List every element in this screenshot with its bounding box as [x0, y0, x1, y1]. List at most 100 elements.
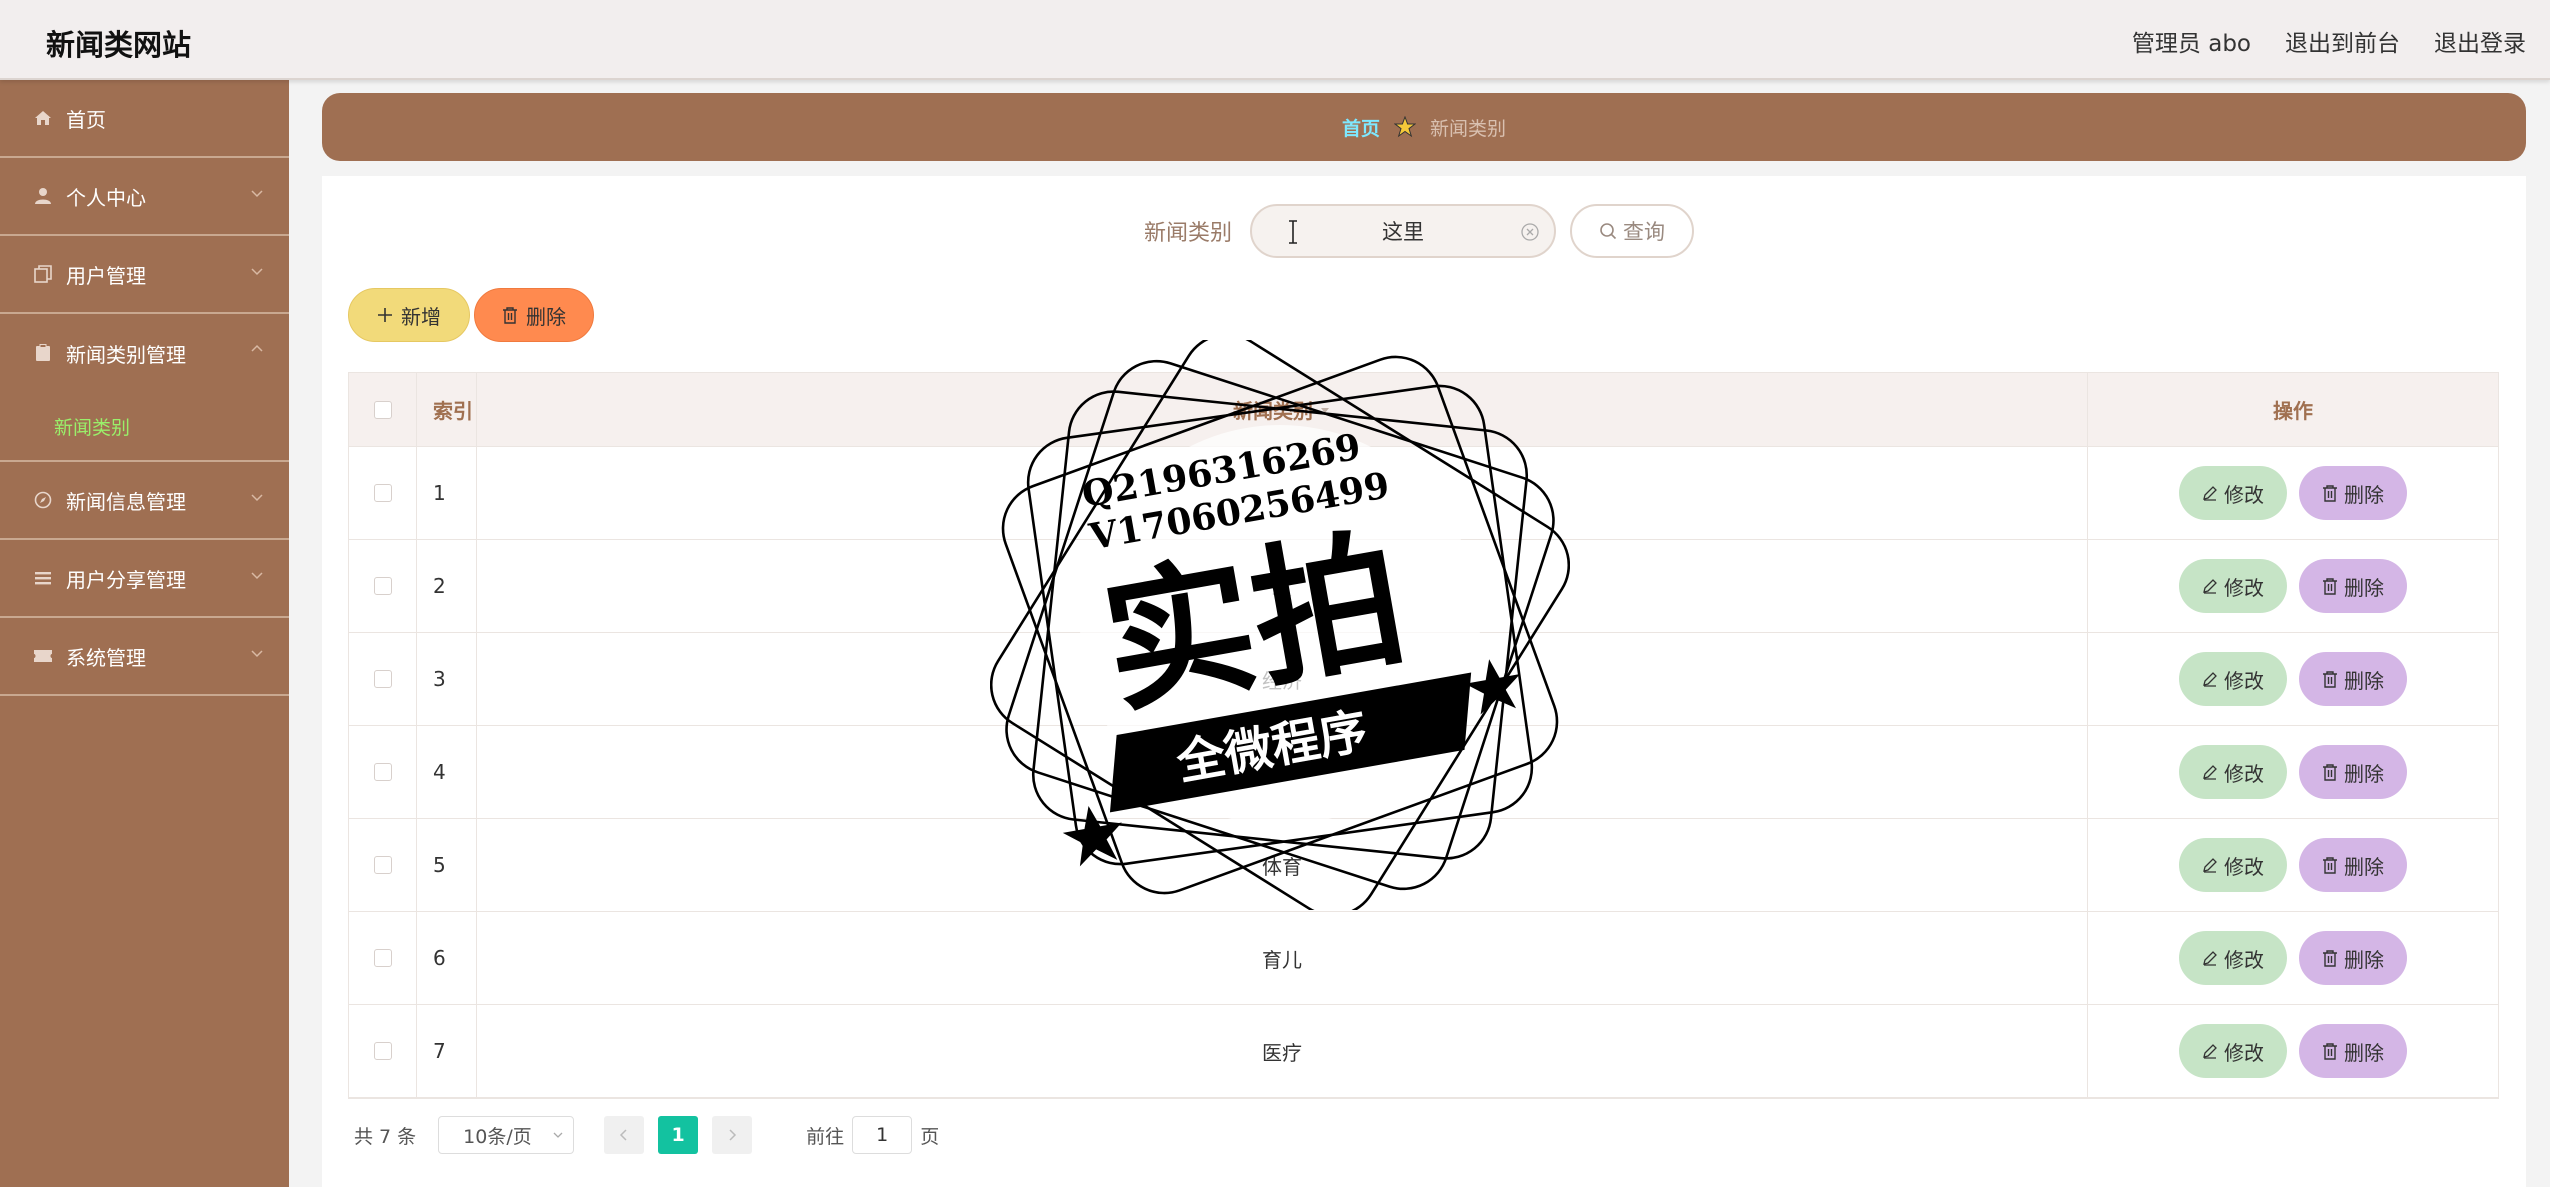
delete-button[interactable]: 删除	[2299, 652, 2407, 706]
sidebar: 首页 个人中心 用户管理 新闻类别管理 新闻类别 新闻信息管理 用户分享管理 系…	[0, 80, 289, 1187]
row-checkbox[interactable]	[373, 670, 392, 688]
row-checkbox[interactable]	[373, 577, 392, 595]
sidebar-item-label: 用户管理	[66, 263, 146, 288]
next-page-button[interactable]	[712, 1116, 753, 1154]
edit-label: 修改	[2224, 947, 2264, 972]
text-cursor-icon	[1289, 220, 1298, 244]
row-checkbox[interactable]	[373, 856, 392, 874]
logout-link[interactable]: 退出登录	[2434, 24, 2526, 58]
trash-icon	[2323, 484, 2337, 502]
delete-label: 删除	[2344, 947, 2384, 972]
breadcrumb-current: 新闻类别	[1430, 117, 1507, 140]
search-row: 新闻类别 查询	[1144, 204, 1695, 258]
page-number-current[interactable]: 1	[658, 1116, 699, 1154]
chevron-down-icon	[251, 494, 263, 502]
edit-button[interactable]: 修改	[2179, 652, 2287, 706]
row-index: 1	[417, 447, 477, 539]
edit-button[interactable]: 修改	[2179, 745, 2287, 799]
trash-icon	[2323, 949, 2337, 967]
sidebar-item-news-category-mgmt[interactable]: 新闻类别管理	[0, 314, 289, 392]
edit-icon	[2203, 486, 2217, 501]
search-icon	[1600, 223, 1617, 240]
row-checkbox[interactable]	[373, 1042, 392, 1060]
delete-label: 删除	[2344, 1040, 2384, 1065]
row-index: 5	[417, 819, 477, 911]
trash-icon	[2323, 577, 2337, 595]
goto-suffix: 页	[920, 1125, 940, 1148]
add-button[interactable]: 新增	[348, 288, 470, 342]
edit-label: 修改	[2224, 668, 2264, 693]
delete-button[interactable]: 删除	[2299, 838, 2407, 892]
sidebar-subitem-news-category[interactable]: 新闻类别	[0, 392, 289, 462]
delete-label: 删除	[2344, 482, 2384, 507]
table-row: 6 育儿 修改 删除	[349, 912, 2498, 1005]
row-index: 7	[417, 1005, 477, 1097]
sidebar-item-system-mgmt[interactable]: 系统管理	[0, 618, 289, 696]
edit-button[interactable]: 修改	[2179, 1024, 2287, 1078]
goto-page-input[interactable]	[852, 1116, 913, 1154]
home-icon	[32, 107, 54, 129]
row-checkbox[interactable]	[373, 949, 392, 967]
row-checkbox[interactable]	[373, 763, 392, 781]
chevron-left-icon	[620, 1129, 627, 1141]
header-operations: 操作	[2273, 399, 2313, 423]
delete-button[interactable]: 删除	[2299, 466, 2407, 520]
table-row: 7 医疗 修改 删除	[349, 1005, 2498, 1098]
bulk-delete-button[interactable]: 删除	[474, 288, 594, 342]
bulk-delete-label: 删除	[526, 304, 566, 329]
edit-icon	[2203, 579, 2217, 594]
edit-icon	[2203, 672, 2217, 687]
edit-label: 修改	[2224, 761, 2264, 786]
header-index: 索引	[433, 399, 473, 423]
site-title: 新闻类网站	[46, 28, 192, 62]
sidebar-item-news-info-mgmt[interactable]: 新闻信息管理	[0, 462, 289, 540]
delete-button[interactable]: 删除	[2299, 1024, 2407, 1078]
row-category: 医疗	[477, 1005, 2088, 1097]
chevron-down-icon	[251, 268, 263, 276]
edit-button[interactable]: 修改	[2179, 838, 2287, 892]
edit-button[interactable]: 修改	[2179, 931, 2287, 985]
trash-icon	[2323, 670, 2337, 688]
back-to-front-link[interactable]: 退出到前台	[2285, 24, 2400, 58]
search-field-wrapper	[1250, 204, 1557, 258]
chevron-down-icon	[251, 572, 263, 580]
row-checkbox[interactable]	[373, 484, 392, 502]
row-index: 4	[417, 726, 477, 818]
breadcrumb-home[interactable]: 首页	[1342, 114, 1380, 141]
sidebar-item-label: 新闻类别管理	[66, 342, 186, 367]
edit-icon	[2203, 951, 2217, 966]
sidebar-item-home[interactable]: 首页	[0, 80, 289, 158]
edit-icon	[2203, 765, 2217, 780]
admin-user-label[interactable]: 管理员 abo	[2132, 24, 2251, 58]
user-icon	[32, 185, 54, 207]
trash-icon	[503, 306, 517, 324]
edit-button[interactable]: 修改	[2179, 559, 2287, 613]
trash-icon	[2323, 1042, 2337, 1060]
sidebar-item-users[interactable]: 用户管理	[0, 236, 289, 314]
row-index: 6	[417, 912, 477, 1004]
ticket-icon	[32, 645, 54, 667]
sidebar-item-label: 个人中心	[66, 185, 146, 210]
trash-icon	[2323, 763, 2337, 781]
page-size-value: 10条/页	[463, 1125, 532, 1148]
select-all-checkbox[interactable]	[373, 400, 392, 419]
edit-button[interactable]: 修改	[2179, 466, 2287, 520]
edit-label: 修改	[2224, 482, 2264, 507]
page-size-select[interactable]: 10条/页	[438, 1116, 575, 1154]
clipboard-icon	[32, 342, 54, 364]
sidebar-item-profile[interactable]: 个人中心	[0, 158, 289, 236]
chevron-down-icon	[251, 650, 263, 658]
sidebar-item-label: 新闻信息管理	[66, 489, 186, 514]
breadcrumb: 首页 新闻类别	[322, 93, 2526, 161]
delete-button[interactable]: 删除	[2299, 745, 2407, 799]
prev-page-button[interactable]	[604, 1116, 645, 1154]
sidebar-item-share-mgmt[interactable]: 用户分享管理	[0, 540, 289, 618]
delete-button[interactable]: 删除	[2299, 559, 2407, 613]
edit-label: 修改	[2224, 1040, 2264, 1065]
star-icon	[1394, 116, 1416, 138]
row-index: 3	[417, 633, 477, 725]
search-button[interactable]: 查询	[1570, 204, 1695, 258]
clear-icon[interactable]	[1520, 222, 1540, 242]
delete-button[interactable]: 删除	[2299, 931, 2407, 985]
chevron-down-icon	[251, 190, 263, 198]
